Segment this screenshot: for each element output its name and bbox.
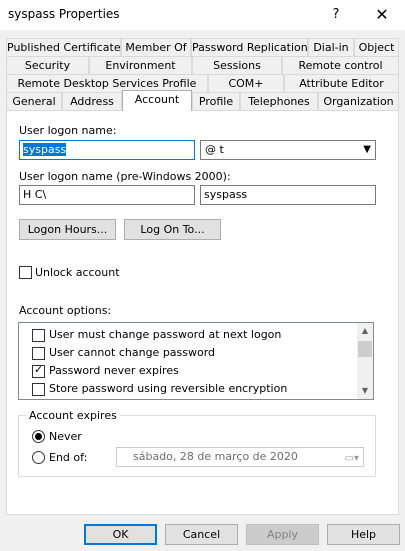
tab-member-of[interactable]: Member Of (121, 38, 191, 56)
tab-general[interactable]: General (6, 92, 62, 110)
tab-telephones[interactable]: Telephones (240, 92, 318, 110)
check-icon: ✓ (34, 363, 44, 376)
expiry-date-picker[interactable]: sábado, 28 de março de 2020 ▭▾ (116, 447, 364, 467)
tab-address[interactable]: Address (62, 92, 122, 110)
scroll-up-icon[interactable]: ▲ (357, 323, 373, 339)
logon-on-to-button[interactable]: Log On To... (124, 219, 221, 240)
logon-name-input[interactable]: syspass (19, 140, 195, 160)
logon-hours-button[interactable]: Logon Hours... (19, 219, 116, 240)
window-title: syspass Properties (8, 7, 120, 21)
option-cannot-change-password[interactable]: User cannot change password (19, 344, 357, 362)
scroll-thumb[interactable] (358, 341, 372, 357)
option-checkbox[interactable] (32, 347, 45, 360)
options-scrollbar[interactable]: ▲ ▼ (357, 323, 373, 399)
option-password-never-expires[interactable]: ✓ Password never expires (19, 362, 357, 380)
end-of-radio[interactable] (32, 451, 45, 464)
tab-organization[interactable]: Organization (318, 92, 399, 110)
tab-password-replication[interactable]: Password Replication (191, 38, 308, 56)
option-checkbox[interactable]: ✓ (32, 363, 45, 378)
pre2000-domain-field[interactable]: H C\ (19, 185, 195, 205)
tab-profile[interactable]: Profile (192, 92, 240, 110)
domain-value: @ t (205, 143, 224, 156)
tab-attribute-editor[interactable]: Attribute Editor (284, 74, 399, 92)
never-radio[interactable] (32, 430, 45, 443)
apply-button[interactable]: Apply (246, 524, 319, 545)
title-bar: syspass Properties ? ✕ (0, 0, 405, 30)
pre2000-label: User logon name (pre-Windows 2000): (19, 170, 231, 183)
chevron-down-icon[interactable]: ▼ (363, 141, 371, 159)
ok-button[interactable]: OK (84, 524, 157, 545)
tab-security[interactable]: Security (6, 56, 89, 74)
unlock-account-checkbox[interactable] (19, 266, 32, 279)
scroll-down-icon[interactable]: ▼ (357, 383, 373, 399)
account-expires-group (18, 415, 376, 477)
option-label: Password never expires (49, 364, 179, 377)
pre2000-user-field[interactable]: syspass (200, 185, 376, 205)
account-options-list[interactable]: User must change password at next logon … (18, 322, 374, 400)
option-checkbox[interactable] (32, 383, 45, 396)
calendar-dropdown-icon[interactable]: ▭▾ (345, 450, 359, 468)
option-label: User cannot change password (49, 346, 216, 359)
tab-dial-in[interactable]: Dial-in (308, 38, 354, 56)
option-label: User must change password at next logon (49, 328, 282, 341)
tab-environment[interactable]: Environment (89, 56, 192, 74)
option-must-change-password[interactable]: User must change password at next logon (19, 326, 357, 344)
tab-object[interactable]: Object (354, 38, 399, 56)
help-icon[interactable]: ? (313, 0, 359, 30)
option-label: Store password using reversible encrypti… (49, 382, 288, 395)
tab-com-plus[interactable]: COM+ (208, 74, 284, 92)
tab-sessions[interactable]: Sessions (192, 56, 282, 74)
tab-remote-control[interactable]: Remote control (282, 56, 399, 74)
date-rest: , 28 de março de 2020 (172, 450, 298, 463)
date-day: sábado (133, 450, 173, 463)
radio-selected-dot (35, 433, 42, 440)
option-checkbox[interactable] (32, 329, 45, 342)
tab-published-certificates[interactable]: Published Certificates (6, 38, 121, 56)
logon-name-value: syspass (23, 143, 67, 156)
domain-combo[interactable]: @ t ▼ (200, 140, 376, 160)
end-of-label: End of: (49, 451, 88, 464)
unlock-account-label: Unlock account (35, 266, 120, 279)
logon-name-label: User logon name: (19, 124, 117, 137)
account-expires-label: Account expires (26, 409, 120, 422)
account-options-label: Account options: (19, 304, 112, 317)
option-reversible-encryption[interactable]: Store password using reversible encrypti… (19, 380, 357, 398)
tab-account[interactable]: Account (122, 90, 192, 111)
never-label: Never (49, 430, 82, 443)
cancel-button[interactable]: Cancel (165, 524, 238, 545)
help-button[interactable]: Help (327, 524, 400, 545)
close-icon[interactable]: ✕ (359, 0, 405, 30)
